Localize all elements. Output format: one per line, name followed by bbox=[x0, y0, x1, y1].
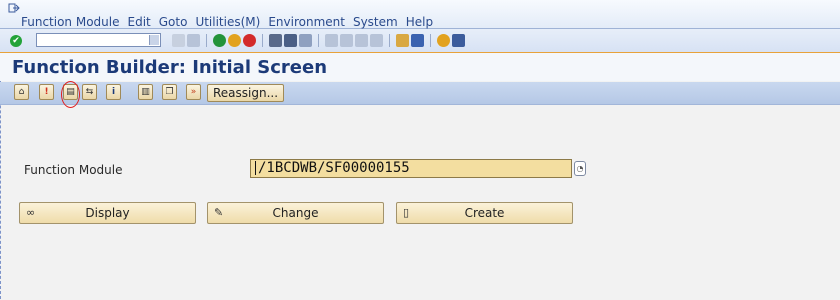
back-arrow-disabled-icon bbox=[172, 34, 185, 47]
save-icon[interactable] bbox=[187, 34, 200, 47]
standard-toolbar-icons bbox=[172, 34, 465, 47]
print-icon[interactable] bbox=[269, 34, 282, 47]
title-bar: Function Builder: Initial Screen bbox=[0, 53, 840, 81]
menu-bar: Function Module Edit Goto Utilities(M) E… bbox=[0, 0, 840, 29]
create-button[interactable]: ▯ Create bbox=[396, 202, 573, 224]
find-next-icon[interactable] bbox=[299, 34, 312, 47]
help-icon[interactable] bbox=[437, 34, 450, 47]
page-title: Function Builder: Initial Screen bbox=[12, 57, 328, 78]
last-page-icon[interactable] bbox=[370, 34, 383, 47]
enter-check-icon[interactable]: ✔ bbox=[10, 35, 22, 47]
function-module-label: Function Module bbox=[24, 163, 123, 177]
other-object-icon[interactable]: ⌂ bbox=[14, 84, 29, 100]
delete-icon[interactable]: ▥ bbox=[138, 84, 153, 100]
layout-menu-icon[interactable] bbox=[452, 34, 465, 47]
command-history-dropdown-icon[interactable] bbox=[149, 35, 159, 45]
display-button[interactable]: ∞ Display bbox=[19, 202, 196, 224]
first-page-icon[interactable] bbox=[325, 34, 338, 47]
value-help-icon[interactable]: ◔ bbox=[574, 161, 586, 176]
menu-function-module[interactable]: Function Module bbox=[21, 15, 120, 29]
find-icon[interactable] bbox=[284, 34, 297, 47]
next-page-icon[interactable] bbox=[355, 34, 368, 47]
create-button-label: Create bbox=[464, 206, 505, 220]
exit-icon[interactable] bbox=[228, 34, 241, 47]
rename-icon[interactable]: » bbox=[186, 84, 201, 100]
menu-system[interactable]: System bbox=[353, 15, 398, 29]
reassign-button[interactable]: Reassign... bbox=[207, 84, 284, 102]
text-cursor bbox=[255, 161, 256, 175]
highlight-annotation-circle bbox=[61, 81, 80, 108]
info-icon[interactable]: i bbox=[106, 84, 121, 100]
where-used-list-icon[interactable]: ⇆ bbox=[82, 84, 97, 100]
application-toolbar: ⌂ ! ▤ ⇆ i ▥ ❐ » Reassign... bbox=[0, 82, 840, 105]
system-menu-icon[interactable] bbox=[8, 3, 20, 15]
command-field[interactable] bbox=[36, 33, 161, 47]
menu-edit[interactable]: Edit bbox=[128, 15, 151, 29]
copy-icon[interactable]: ❐ bbox=[162, 84, 177, 100]
change-button[interactable]: ✎ Change bbox=[207, 202, 384, 224]
function-module-value: /1BCDWB/SF00000155 bbox=[258, 160, 410, 176]
back-icon[interactable] bbox=[213, 34, 226, 47]
menu-utilities[interactable]: Utilities(M) bbox=[195, 15, 260, 29]
menu-environment[interactable]: Environment bbox=[268, 15, 345, 29]
change-button-label: Change bbox=[272, 206, 319, 220]
check-icon[interactable]: ! bbox=[39, 84, 54, 100]
new-session-icon[interactable] bbox=[396, 34, 409, 47]
menu-items: Function Module Edit Goto Utilities(M) E… bbox=[21, 15, 433, 29]
menu-goto[interactable]: Goto bbox=[159, 15, 188, 29]
display-button-label: Display bbox=[85, 206, 130, 220]
shortcut-icon[interactable] bbox=[411, 34, 424, 47]
previous-page-icon[interactable] bbox=[340, 34, 353, 47]
cancel-icon[interactable] bbox=[243, 34, 256, 47]
function-module-input[interactable]: /1BCDWB/SF00000155 bbox=[250, 159, 572, 178]
menu-help[interactable]: Help bbox=[406, 15, 433, 29]
standard-toolbar: ✔ bbox=[0, 29, 840, 54]
